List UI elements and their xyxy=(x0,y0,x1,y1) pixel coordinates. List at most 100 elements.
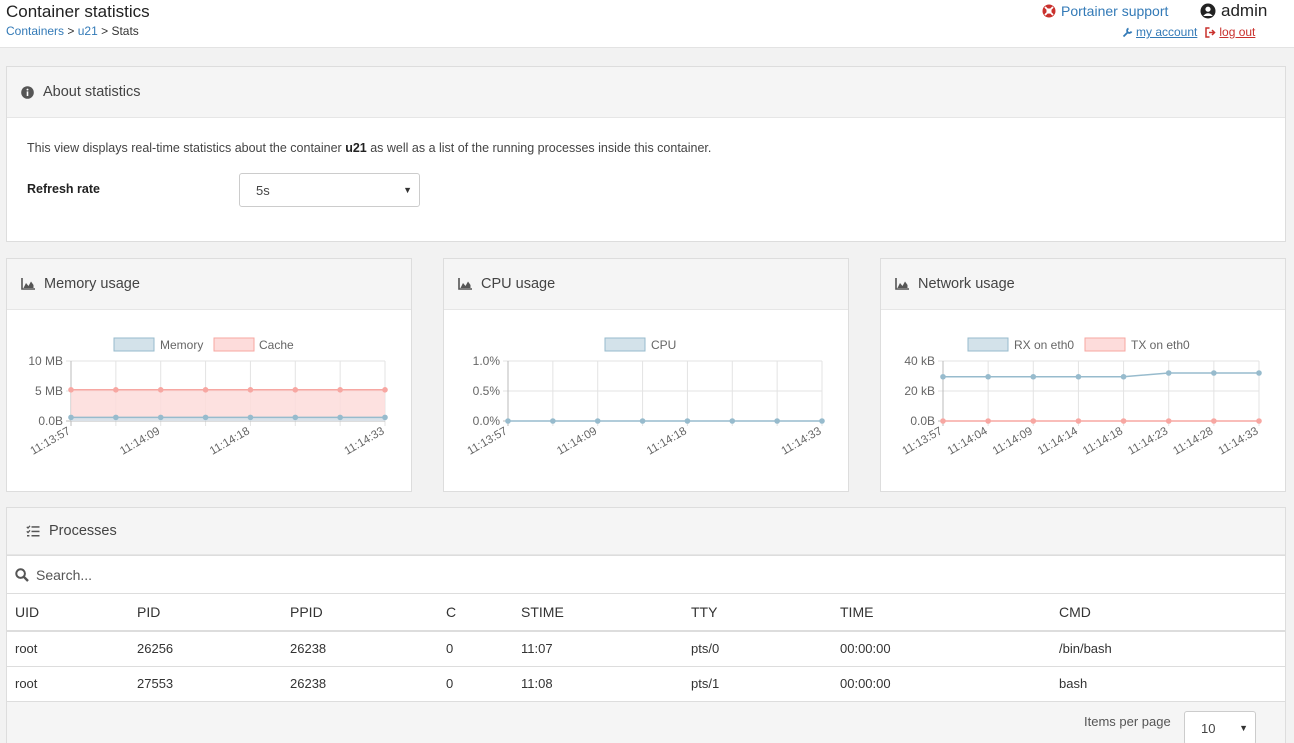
x-tick-label: 11:13:57 xyxy=(28,425,72,457)
column-header-stime[interactable]: STIME xyxy=(513,594,683,632)
cell-cmd: bash xyxy=(1051,666,1285,702)
breadcrumb-current: Stats xyxy=(111,24,139,38)
x-tick-label: 11:14:18 xyxy=(1081,425,1125,457)
caret-down-icon: ▼ xyxy=(1239,723,1248,733)
y-tick-label: 40 kB xyxy=(904,354,935,368)
column-header-time[interactable]: TIME xyxy=(832,594,1051,632)
items-per-page-label: Items per page xyxy=(1084,714,1171,729)
x-tick-label: 11:13:57 xyxy=(465,425,509,457)
data-point xyxy=(113,387,119,393)
support-link[interactable]: Portainer support xyxy=(1042,3,1168,19)
legend-swatch-tx xyxy=(1084,337,1126,352)
area-chart-icon xyxy=(21,278,35,290)
cell-c: 0 xyxy=(438,666,513,702)
cell-time: 00:00:00 xyxy=(832,666,1051,702)
breadcrumb-separator: > xyxy=(97,24,112,38)
data-point xyxy=(550,418,556,424)
cell-tty: pts/0 xyxy=(683,631,832,667)
data-point xyxy=(1075,418,1082,424)
user-menu: admin xyxy=(1200,1,1267,21)
breadcrumb-container-link[interactable]: u21 xyxy=(78,24,98,38)
cpu-plot: 1.0% 0.5% 0.0%11:13:57 11:14:09 11:14:18 11:1… xyxy=(465,354,825,458)
data-point xyxy=(337,414,343,421)
sign-out-icon xyxy=(1205,26,1216,38)
support-label: Portainer support xyxy=(1061,3,1169,19)
data-point xyxy=(382,414,388,421)
legend-swatch-cache xyxy=(213,337,255,352)
about-text-part: as well as a list of the running process… xyxy=(366,141,712,155)
network-panel-header: Network usage xyxy=(881,259,1285,310)
items-per-page-select[interactable]: 10 ▼ xyxy=(1184,711,1256,743)
x-tick-label: 11:14:23 xyxy=(1126,425,1170,457)
processes-panel-header: Processes xyxy=(7,508,1285,555)
data-point xyxy=(68,387,74,393)
data-point xyxy=(1211,418,1217,424)
cell-uid: root xyxy=(7,666,129,702)
data-point xyxy=(774,418,780,424)
area-chart-icon xyxy=(458,278,472,290)
y-tick-label: 1.0% xyxy=(473,354,501,368)
data-point xyxy=(382,387,388,393)
tasks-icon xyxy=(26,525,40,537)
x-tick-label: 11:14:28 xyxy=(1171,425,1215,457)
column-header-cmd[interactable]: CMD xyxy=(1051,594,1285,632)
memory-chart: Memory Cache 10 MB 5 MB 0.0B11:13:57 11:14:… xyxy=(28,337,388,458)
x-tick-label: 11:14:04 xyxy=(946,425,991,458)
legend-label-memory: Memory xyxy=(160,338,203,352)
log-out-label: log out xyxy=(1219,25,1256,39)
process-search-bar xyxy=(7,555,1285,594)
breadcrumb: Containers > u21 > Stats xyxy=(6,24,139,38)
legend-swatch-cpu xyxy=(604,337,646,352)
data-point xyxy=(985,373,991,380)
y-tick-label: 10 MB xyxy=(28,354,63,368)
info-circle-icon xyxy=(21,85,34,99)
username: admin xyxy=(1221,1,1268,20)
refresh-rate-select[interactable]: 5s ▼ xyxy=(239,173,420,207)
about-panel-title: About statistics xyxy=(43,84,141,100)
data-point xyxy=(639,418,646,424)
breadcrumb-containers-link[interactable]: Containers xyxy=(6,24,64,38)
x-tick-label: 11:14:33 xyxy=(1216,425,1260,457)
data-point xyxy=(1165,418,1172,424)
about-description: This view displays real-time statistics … xyxy=(27,141,711,155)
cell-ppid: 26238 xyxy=(282,631,438,667)
breadcrumb-separator: > xyxy=(64,24,78,38)
processes-panel-title: Processes xyxy=(49,523,117,539)
data-point xyxy=(113,414,119,421)
process-search-input[interactable] xyxy=(36,566,436,583)
y-tick-label: 0.0B xyxy=(38,414,63,428)
log-out-link[interactable]: log out xyxy=(1205,25,1255,39)
data-point xyxy=(505,418,511,424)
data-point xyxy=(1030,373,1037,380)
network-panel-title: Network usage xyxy=(918,276,1015,292)
cell-stime: 11:07 xyxy=(513,631,683,667)
column-header-uid[interactable]: UID xyxy=(7,594,129,632)
x-tick-label: 11:14:09 xyxy=(118,425,162,457)
column-header-tty[interactable]: TTY xyxy=(683,594,832,632)
data-point xyxy=(1211,370,1217,376)
refresh-rate-label: Refresh rate xyxy=(27,182,100,196)
data-point xyxy=(729,418,736,424)
table-header-row: UID PID PPID C STIME TTY TIME CMD xyxy=(7,594,1285,632)
data-point xyxy=(1256,370,1262,376)
refresh-rate-value: 5s xyxy=(256,182,270,198)
column-header-c[interactable]: C xyxy=(438,594,513,632)
y-tick-label: 0.0% xyxy=(473,414,501,428)
column-header-pid[interactable]: PID xyxy=(129,594,282,632)
data-point xyxy=(157,414,164,421)
cell-tty: pts/1 xyxy=(683,666,832,702)
x-tick-label: 11:14:33 xyxy=(779,425,823,457)
y-tick-label: 20 kB xyxy=(904,384,935,398)
data-point xyxy=(1165,370,1172,376)
cell-uid: root xyxy=(7,631,129,667)
memory-legend: Memory Cache xyxy=(113,337,294,352)
memory-panel-header: Memory usage xyxy=(7,259,411,310)
processes-table: UID PID PPID C STIME TTY TIME CMD root 2… xyxy=(7,594,1285,702)
x-tick-label: 11:14:14 xyxy=(1036,425,1081,458)
column-header-ppid[interactable]: PPID xyxy=(282,594,438,632)
data-point xyxy=(1256,418,1262,424)
page-title: Container statistics xyxy=(6,2,150,21)
my-account-link[interactable]: my account xyxy=(1122,25,1197,39)
about-container-name: u21 xyxy=(345,141,367,155)
cell-c: 0 xyxy=(438,631,513,667)
